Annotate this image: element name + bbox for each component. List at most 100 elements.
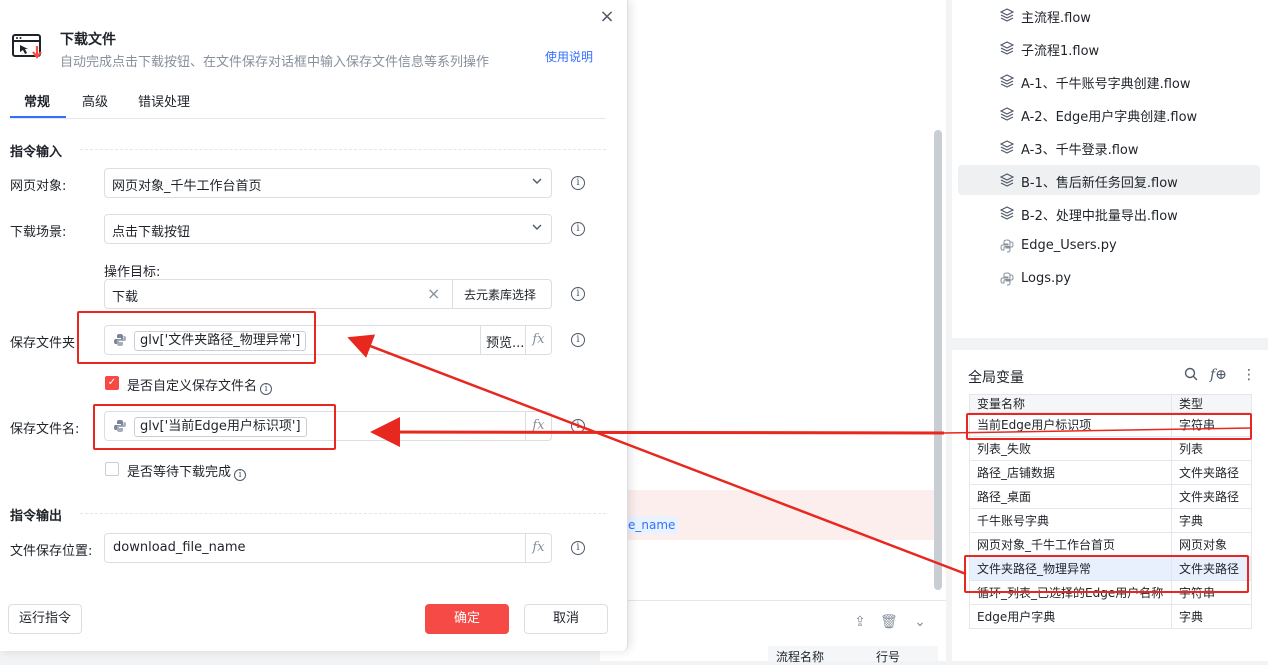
custom-name-label: 是否自定义保存文件名 <box>127 379 258 394</box>
wait-download-checkbox[interactable] <box>105 462 119 476</box>
var-name-cell: 网页对象_千牛工作台首页 <box>969 532 1172 557</box>
run-command-button[interactable]: 运行指令 <box>8 604 82 634</box>
table-row[interactable]: 路径_店铺数据 文件夹路径 <box>969 460 1252 485</box>
scene-label: 下载场景: <box>10 225 67 240</box>
file-name: A-2、Edge用户字典创建.flow <box>1021 110 1198 125</box>
python-file-icon <box>1000 239 1014 253</box>
info-icon[interactable]: i <box>234 469 247 481</box>
help-link[interactable]: 使用说明 <box>545 48 593 65</box>
file-item[interactable]: B-2、处理中批量导出.flow <box>958 198 1260 228</box>
table-row[interactable]: 路径_桌面 文件夹路径 <box>969 484 1252 509</box>
col-var-name: 变量名称 <box>969 394 1172 413</box>
var-name-cell: 路径_店铺数据 <box>969 460 1172 485</box>
save-name-label: 保存文件名: <box>10 422 80 437</box>
fx-icon[interactable]: fx <box>525 326 551 354</box>
active-tab-indicator <box>10 116 66 118</box>
file-item[interactable]: B-1、售后新任务回复.flow <box>958 165 1260 195</box>
var-name-cell: 路径_桌面 <box>969 484 1172 509</box>
file-name: Edge_Users.py <box>1021 238 1117 253</box>
var-type-cell: 字典 <box>1171 604 1252 629</box>
file-item[interactable]: A-1、千牛账号字典创建.flow <box>958 66 1260 96</box>
clear-icon[interactable]: × <box>427 284 440 303</box>
chevron-down-icon <box>532 224 542 230</box>
field-divider <box>452 280 453 308</box>
layers-icon <box>1000 140 1014 154</box>
file-name: A-3、千牛登录.flow <box>1021 143 1139 158</box>
layers-icon <box>1000 107 1014 121</box>
layers-icon <box>1000 8 1014 22</box>
export-icon[interactable]: ⇪ <box>852 614 868 630</box>
python-file-icon <box>1000 272 1014 286</box>
add-variable-fx-icon[interactable]: f⊕ <box>1210 367 1227 383</box>
info-icon[interactable]: i <box>571 287 585 301</box>
variable-tag: e_name <box>624 516 678 534</box>
file-name: 子流程1.flow <box>1021 44 1100 59</box>
info-icon[interactable]: i <box>571 541 585 555</box>
ok-button[interactable]: 确定 <box>425 604 509 634</box>
search-icon[interactable] <box>1184 367 1198 385</box>
info-icon[interactable]: i <box>571 419 585 433</box>
pick-from-library-button[interactable]: 去元素库选择 <box>464 286 536 303</box>
annotation-box <box>77 311 316 364</box>
info-icon[interactable]: i <box>571 222 585 236</box>
cancel-button[interactable]: 取消 <box>524 604 608 634</box>
fx-icon[interactable]: fx <box>525 412 551 440</box>
info-icon[interactable]: i <box>571 176 585 190</box>
col-var-type: 类型 <box>1171 394 1252 413</box>
editor-scrollbar[interactable] <box>934 130 942 590</box>
file-item[interactable]: A-2、Edge用户字典创建.flow <box>958 99 1260 129</box>
more-icon[interactable]: ⋮ <box>1242 367 1256 383</box>
table-row[interactable]: 千牛账号字典 字典 <box>969 508 1252 533</box>
annotation-box <box>966 413 1252 440</box>
section-input-title: 指令输入 <box>10 145 63 160</box>
var-type-cell: 列表 <box>1171 436 1252 461</box>
layers-icon <box>1000 41 1014 55</box>
tab-advanced[interactable]: 高级 <box>82 91 108 110</box>
tab-error-handling[interactable]: 错误处理 <box>138 91 190 110</box>
web-object-select[interactable]: 网页对象_千牛工作台首页 <box>104 168 552 198</box>
wait-download-row: 是否等待下载完成 i <box>127 461 247 481</box>
close-icon[interactable]: × <box>598 8 616 26</box>
field-divider <box>480 326 481 354</box>
file-name: 主流程.flow <box>1021 11 1091 26</box>
info-icon[interactable]: i <box>260 383 273 395</box>
var-name-cell: 千牛账号字典 <box>969 508 1172 533</box>
section-divider <box>80 149 606 150</box>
custom-name-checkbox[interactable]: ✓ <box>105 376 119 390</box>
tabs-divider <box>10 118 606 119</box>
trash-icon[interactable]: 🗑 <box>880 614 898 630</box>
table-row[interactable]: Edge用户字典 字典 <box>969 604 1252 629</box>
target-input[interactable]: 下载 × 去元素库选择 <box>104 279 552 309</box>
preview-button[interactable]: 预览... <box>486 332 524 351</box>
save-folder-label: 保存文件夹 <box>10 336 76 351</box>
var-type-cell: 网页对象 <box>1171 532 1252 557</box>
scene-select[interactable]: 点击下载按钮 <box>104 214 552 244</box>
output-variable-input[interactable]: download_file_name fx <box>104 533 552 563</box>
var-type-cell: 文件夹路径 <box>1171 460 1252 485</box>
info-icon[interactable]: i <box>571 333 585 347</box>
tab-general[interactable]: 常规 <box>24 91 50 110</box>
web-object-label: 网页对象: <box>10 179 67 194</box>
file-item[interactable]: 主流程.flow <box>958 0 1260 30</box>
chevron-down-icon[interactable]: ⌄ <box>912 614 928 630</box>
var-type-cell: 文件夹路径 <box>1171 484 1252 509</box>
annotation-box <box>964 555 1249 593</box>
fx-icon[interactable]: fx <box>525 534 551 562</box>
file-item[interactable]: A-3、千牛登录.flow <box>958 132 1260 162</box>
layers-icon <box>1000 173 1014 187</box>
var-name-cell: Edge用户字典 <box>969 604 1172 629</box>
variables-title: 全局变量 <box>968 370 1024 386</box>
annotation-box <box>93 404 336 450</box>
table-row[interactable]: 网页对象_千牛工作台首页 网页对象 <box>969 532 1252 557</box>
file-name: Logs.py <box>1021 271 1072 286</box>
file-name: B-2、处理中批量导出.flow <box>1021 209 1178 224</box>
table-row[interactable]: 列表_失败 列表 <box>969 436 1252 461</box>
wait-download-label: 是否等待下载完成 <box>127 465 232 480</box>
custom-name-row: 是否自定义保存文件名 i <box>127 375 273 395</box>
target-label: 操作目标: <box>104 265 161 280</box>
file-item[interactable]: Edge_Users.py <box>958 231 1260 261</box>
section-output-title: 指令输出 <box>10 509 63 524</box>
file-item[interactable]: Logs.py <box>958 264 1260 294</box>
file-item[interactable]: 子流程1.flow <box>958 33 1260 63</box>
var-name-cell: 列表_失败 <box>969 436 1172 461</box>
